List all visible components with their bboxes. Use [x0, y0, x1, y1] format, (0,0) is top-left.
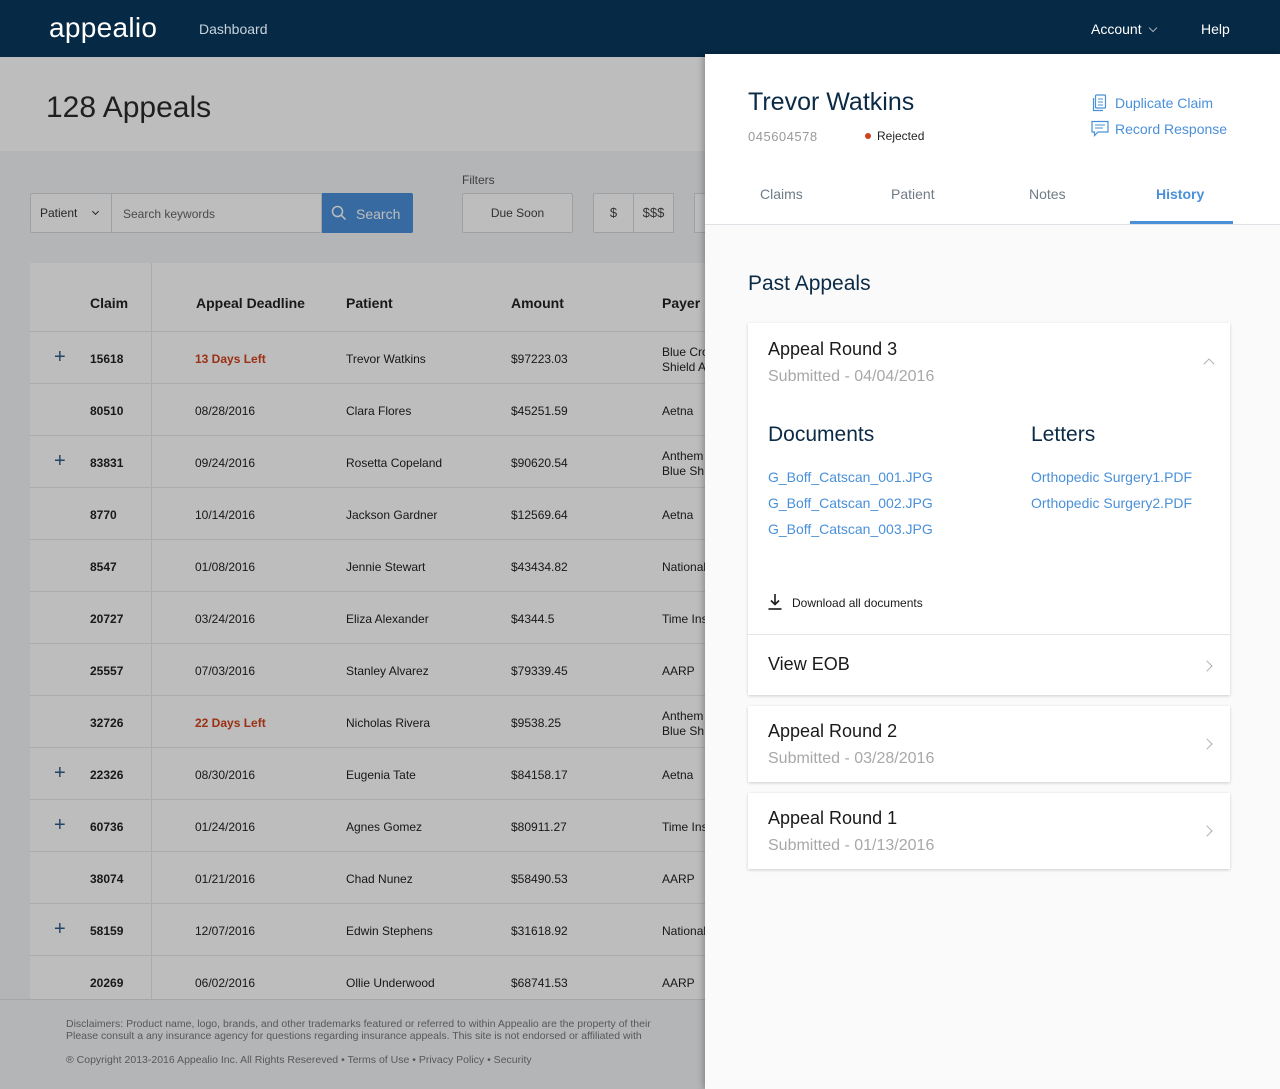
status-label: Rejected	[877, 129, 925, 143]
panel-header: Trevor Watkins 045604578 Rejected Duplic…	[705, 54, 1280, 225]
documents-title: Documents	[768, 423, 875, 446]
claim-detail-panel: Trevor Watkins 045604578 Rejected Duplic…	[705, 54, 1280, 1089]
nav-help-link[interactable]: Help	[1201, 21, 1230, 37]
nav-account-menu[interactable]: Account	[1091, 21, 1157, 37]
duplicate-icon	[1092, 94, 1107, 112]
brand-logo[interactable]: appealio	[49, 12, 157, 44]
appeal-round-card[interactable]: Appeal Round 1 Submitted - 01/13/2016	[748, 793, 1230, 869]
appeal-round-title: Appeal Round 2	[768, 721, 898, 741]
chevron-right-icon	[1201, 738, 1213, 750]
letter-link[interactable]: Orthopedic Surgery2.PDF	[1031, 495, 1192, 511]
letter-link[interactable]: Orthopedic Surgery1.PDF	[1031, 469, 1192, 485]
chevron-down-icon	[1148, 23, 1157, 33]
appeal-round-title[interactable]: Appeal Round 3	[768, 339, 897, 360]
tab-history[interactable]: History	[1156, 186, 1204, 202]
top-nav: appealio Dashboard Account Help	[0, 0, 1280, 57]
appeal-round-submitted: Submitted - 03/28/2016	[768, 750, 935, 767]
duplicate-claim-label: Duplicate Claim	[1115, 95, 1214, 111]
appeal-round-submitted: Submitted - 01/13/2016	[768, 837, 935, 854]
download-icon	[768, 594, 782, 610]
tab-notes[interactable]: Notes	[1029, 186, 1066, 202]
appeal-round-card[interactable]: Appeal Round 2 Submitted - 03/28/2016	[748, 706, 1230, 782]
claim-id: 045604578	[748, 129, 818, 144]
nav-dashboard-link[interactable]: Dashboard	[199, 21, 268, 37]
divider	[748, 634, 1230, 635]
chevron-right-icon[interactable]	[1201, 660, 1213, 672]
appeal-round-title: Appeal Round 1	[768, 808, 898, 828]
chevron-up-icon[interactable]	[1203, 358, 1215, 370]
appeal-round-submitted: Submitted - 04/04/2016	[768, 368, 935, 385]
tab-patient[interactable]: Patient	[891, 186, 935, 202]
patient-name: Trevor Watkins	[748, 88, 915, 116]
nav-account-label: Account	[1091, 21, 1142, 37]
modal-backdrop[interactable]	[0, 57, 705, 1089]
view-eob-button[interactable]: View EOB	[768, 654, 850, 675]
past-appeals-title: Past Appeals	[748, 272, 871, 295]
status-badge: Rejected	[865, 129, 924, 143]
active-tab-indicator	[1130, 221, 1233, 224]
appeal-round-card: Appeal Round 3 Submitted - 04/04/2016 Do…	[748, 323, 1230, 695]
document-link[interactable]: G_Boff_Catscan_001.JPG	[768, 469, 933, 485]
chevron-right-icon	[1201, 825, 1213, 837]
document-link[interactable]: G_Boff_Catscan_003.JPG	[768, 521, 933, 537]
letters-title: Letters	[1031, 423, 1096, 446]
document-link[interactable]: G_Boff_Catscan_002.JPG	[768, 495, 933, 511]
status-dot-icon	[865, 133, 871, 139]
record-response-label: Record Response	[1115, 121, 1228, 137]
download-all-label: Download all documents	[792, 596, 923, 610]
comment-icon	[1091, 120, 1109, 137]
tab-claims[interactable]: Claims	[760, 186, 803, 202]
